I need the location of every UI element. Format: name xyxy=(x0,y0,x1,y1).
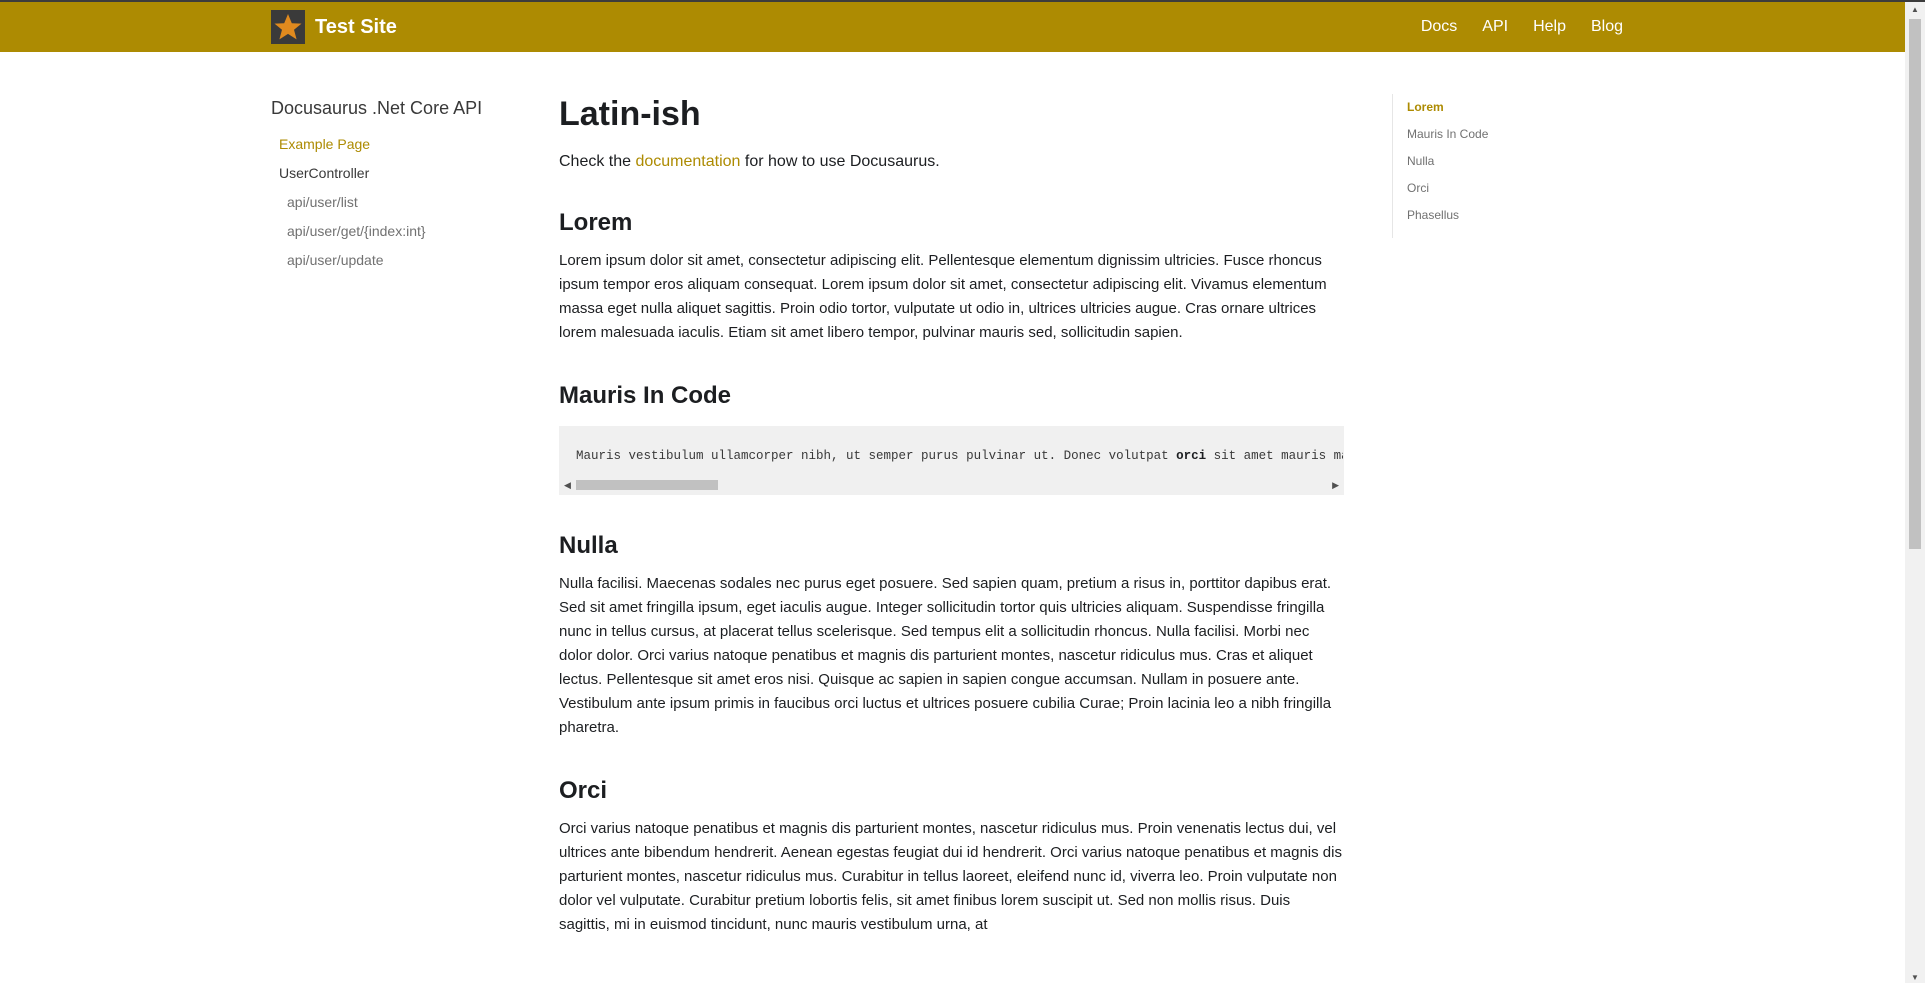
site-title: Test Site xyxy=(315,15,397,38)
code-scroll-thumb[interactable] xyxy=(576,480,718,490)
heading-orci: Orci xyxy=(559,777,608,804)
toc-item-lorem[interactable]: Lorem xyxy=(1407,94,1567,121)
sidebar-item-user-update[interactable]: api/user/update xyxy=(271,246,521,275)
nav-link-docs[interactable]: Docs xyxy=(1421,18,1457,36)
sidebar-item-user-get[interactable]: api/user/get/{index:int} xyxy=(271,217,521,246)
on-page-toc: Lorem Mauris In Code Nulla Orci Phasellu… xyxy=(1392,94,1567,238)
top-navbar: Test Site Docs API Help Blog xyxy=(0,2,1905,52)
code-block[interactable]: Mauris vestibulum ullamcorper nibh, ut s… xyxy=(559,426,1344,495)
toc-item-phasellus[interactable]: Phasellus xyxy=(1407,202,1567,229)
intro-text-before: Check the xyxy=(559,153,636,170)
scroll-left-arrow-icon[interactable]: ◀ xyxy=(564,480,571,490)
sidebar-item-user-list[interactable]: api/user/list xyxy=(271,188,521,217)
code-line: Mauris vestibulum ullamcorper nibh, ut s… xyxy=(576,449,1343,463)
scroll-up-arrow-icon[interactable]: ▲ xyxy=(1911,5,1919,14)
sidebar-title: Docusaurus .Net Core API xyxy=(271,98,483,118)
nav-link-help[interactable]: Help xyxy=(1533,18,1566,36)
scroll-down-arrow-icon[interactable]: ▼ xyxy=(1911,973,1919,982)
site-brand-link[interactable]: Test Site xyxy=(271,10,397,44)
page: Test Site Docs API Help Blog Docusaurus … xyxy=(0,0,1925,983)
nav-link-api[interactable]: API xyxy=(1482,18,1508,36)
page-vertical-scrollbar[interactable]: ▲ ▼ xyxy=(1905,2,1925,983)
page-title: Latin-ish xyxy=(559,95,701,133)
toc-item-nulla[interactable]: Nulla xyxy=(1407,148,1567,175)
intro-paragraph: Check the documentation for how to use D… xyxy=(559,150,1344,174)
paragraph-lorem: Lorem ipsum dolor sit amet, consectetur … xyxy=(559,252,1327,341)
nav-links: Docs API Help Blog xyxy=(1396,2,1623,52)
heading-lorem: Lorem xyxy=(559,209,633,236)
docs-sidebar: Docusaurus .Net Core API Example Page Us… xyxy=(271,98,521,275)
paragraph-nulla: Nulla facilisi. Maecenas sodales nec pur… xyxy=(559,575,1332,736)
sidebar-category-usercontroller: UserController xyxy=(279,165,370,181)
documentation-link[interactable]: documentation xyxy=(635,153,740,170)
heading-mauris-in-code: Mauris In Code xyxy=(559,382,732,409)
code-horizontal-scrollbar[interactable]: ◀ ▶ xyxy=(559,478,1344,492)
scroll-right-arrow-icon[interactable]: ▶ xyxy=(1332,480,1339,490)
heading-nulla: Nulla xyxy=(559,532,618,559)
code-text-bold: orci xyxy=(1176,449,1207,463)
star-icon xyxy=(271,10,305,44)
sidebar-item-example-page[interactable]: Example Page xyxy=(271,130,521,159)
intro-text-after: for how to use Docusaurus. xyxy=(740,153,940,170)
code-text-before: Mauris vestibulum ullamcorper nibh, ut s… xyxy=(576,449,1177,463)
nav-link-blog[interactable]: Blog xyxy=(1591,18,1623,36)
code-text-after: sit amet mauris ma xyxy=(1206,449,1343,463)
toc-item-orci[interactable]: Orci xyxy=(1407,175,1567,202)
main-content: Latin-ish Check the documentation for ho… xyxy=(559,92,1344,937)
paragraph-orci: Orci varius natoque penatibus et magnis … xyxy=(559,820,1342,933)
toc-item-mauris-in-code[interactable]: Mauris In Code xyxy=(1407,121,1567,148)
page-scroll-thumb[interactable] xyxy=(1909,19,1921,549)
